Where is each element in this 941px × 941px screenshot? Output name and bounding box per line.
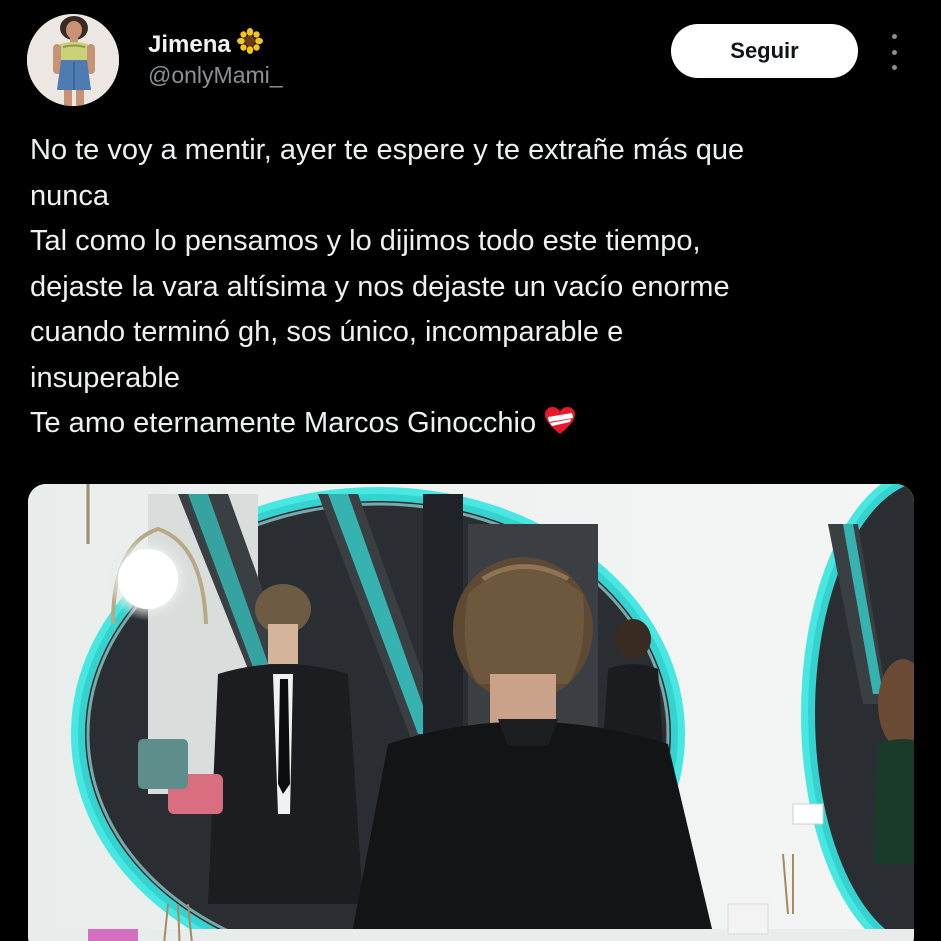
tweet-line-text: Te amo eternamente Marcos Ginocchio — [30, 407, 537, 439]
author-name-text: Jimena — [148, 30, 231, 58]
tweet-line: nunca — [30, 179, 110, 212]
tweet-photo[interactable] — [28, 484, 914, 941]
tweet-line: Tal como lo pensamos y lo dijimos todo e… — [30, 225, 701, 257]
photo-image — [28, 484, 914, 941]
author-handle[interactable]: @onlyMami_ — [148, 62, 283, 89]
tweet-line: No te voy a mentir, ayer te espere y te … — [30, 134, 745, 166]
tweet-line: Te amo eternamente Marcos Ginocchio — [30, 401, 915, 451]
avatar-photo — [27, 14, 119, 106]
tweet-line: cuando terminó gh, sos único, incomparab… — [30, 316, 624, 348]
more-vertical-icon[interactable] — [884, 34, 904, 70]
author-avatar[interactable] — [27, 14, 119, 106]
tweet-text: No te voy a mentir, ayer te espere y te … — [30, 128, 915, 451]
tweet-line: dejaste la vara altísima y nos dejaste u… — [30, 270, 730, 303]
sunflower-icon — [236, 28, 263, 61]
mending-heart-icon — [544, 405, 576, 451]
author-display-name[interactable]: Jimena — [148, 28, 263, 61]
tweet-card: Jimena @onlyMami_ Seguir No te voy a men… — [0, 0, 941, 941]
tweet-line: insuperable — [30, 361, 180, 394]
follow-button[interactable]: Seguir — [671, 24, 858, 78]
